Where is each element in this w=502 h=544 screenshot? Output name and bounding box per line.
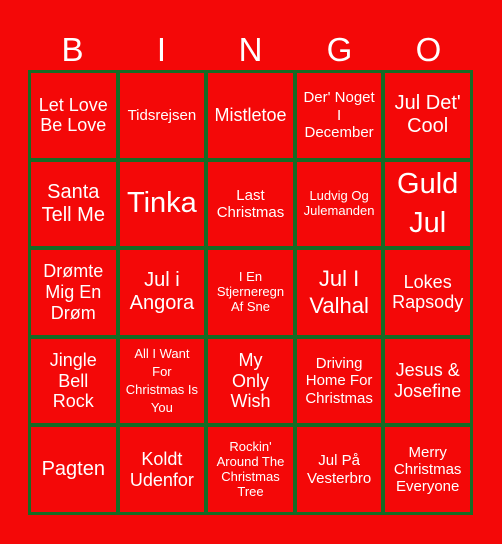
- bingo-cell[interactable]: Merry Christmas Everyone: [385, 427, 470, 512]
- bingo-cell[interactable]: Jesus & Josefine: [385, 338, 470, 424]
- cell-label: Jul På Vesterbro: [306, 452, 372, 487]
- cell-label: Let Love Be Love: [38, 94, 108, 136]
- cell-label: I En Stjerneregn Af Sne: [216, 269, 285, 314]
- header-letter-n: N: [238, 31, 263, 68]
- bingo-cell[interactable]: Lokes Rapsody: [385, 250, 470, 335]
- cell-label: Mistletoe: [214, 104, 287, 125]
- cell-label: Driving Home For Christmas: [305, 355, 373, 407]
- bingo-cell[interactable]: Jul Det' Cool: [385, 73, 470, 158]
- cell-label: Jesus & Josefine: [394, 360, 462, 402]
- bingo-cell[interactable]: Last Christmas: [208, 161, 293, 247]
- bingo-cell[interactable]: My Only Wish: [208, 338, 293, 424]
- cell-label: Lokes Rapsody: [392, 271, 464, 313]
- header-letter-o: O: [415, 31, 442, 68]
- bingo-cell[interactable]: Let Love Be Love: [31, 73, 116, 158]
- bingo-cell[interactable]: I En Stjerneregn Af Sne: [208, 250, 293, 335]
- bingo-cell[interactable]: Ludvig Og Julemanden: [296, 161, 382, 247]
- cell-label: Koldt Udenfor: [129, 449, 194, 490]
- bingo-cell[interactable]: Jul i Angora: [119, 250, 205, 335]
- cell-label: Pagten: [41, 458, 105, 481]
- bingo-cell[interactable]: Jul I Valhal: [296, 250, 382, 335]
- bingo-cell[interactable]: Pagten: [31, 427, 116, 512]
- cell-label: My Only Wish: [230, 350, 271, 412]
- cell-label: Jul i Angora: [129, 269, 195, 315]
- bingo-cell[interactable]: Mistletoe: [208, 73, 293, 158]
- cell-label: Last Christmas: [216, 186, 285, 221]
- bingo-board: Let Love Be Love Tidsrejsen Mistletoe De…: [28, 70, 473, 515]
- header-letter-g: G: [326, 31, 353, 68]
- cell-label: Jul I Valhal: [309, 265, 369, 319]
- cell-label: Tidsrejsen: [127, 106, 197, 124]
- bingo-cell[interactable]: Tinka: [119, 161, 205, 247]
- cell-label: Drømte Mig En Drøm: [43, 261, 104, 323]
- bingo-cell[interactable]: Jul På Vesterbro: [296, 427, 382, 512]
- bingo-cell[interactable]: Der' Noget I December: [296, 73, 382, 158]
- bingo-cell[interactable]: Rockin' Around The Christmas Tree: [208, 427, 293, 512]
- bingo-header: B I N G O: [28, 30, 473, 70]
- header-letter-i: I: [156, 31, 167, 68]
- cell-label: Ludvig Og Julemanden: [303, 187, 375, 218]
- cell-label: Merry Christmas Everyone: [393, 443, 462, 496]
- cell-label: Rockin' Around The Christmas Tree: [216, 438, 285, 499]
- cell-label: Guld Jul: [397, 167, 459, 239]
- cell-label: Jingle Bell Rock: [49, 350, 97, 412]
- bingo-cell[interactable]: Jingle Bell Rock: [31, 338, 116, 424]
- cell-label: Jul Det' Cool: [394, 92, 461, 138]
- bingo-cell[interactable]: Santa Tell Me: [31, 161, 116, 247]
- cell-label: Santa Tell Me: [41, 180, 105, 226]
- bingo-cell[interactable]: Koldt Udenfor: [119, 427, 205, 512]
- bingo-cell[interactable]: All I Want For Christmas Is You: [119, 338, 205, 424]
- cell-label: Tinka: [126, 187, 197, 220]
- cell-label: Der' Noget I December: [303, 89, 375, 141]
- header-letter-b: B: [61, 31, 84, 68]
- bingo-cell[interactable]: Guld Jul: [385, 161, 470, 247]
- bingo-cell[interactable]: Drømte Mig En Drøm: [31, 250, 116, 335]
- cell-label: All I Want For Christmas Is You: [125, 345, 198, 416]
- bingo-cell[interactable]: Driving Home For Christmas: [296, 338, 382, 424]
- bingo-cell[interactable]: Tidsrejsen: [119, 73, 205, 158]
